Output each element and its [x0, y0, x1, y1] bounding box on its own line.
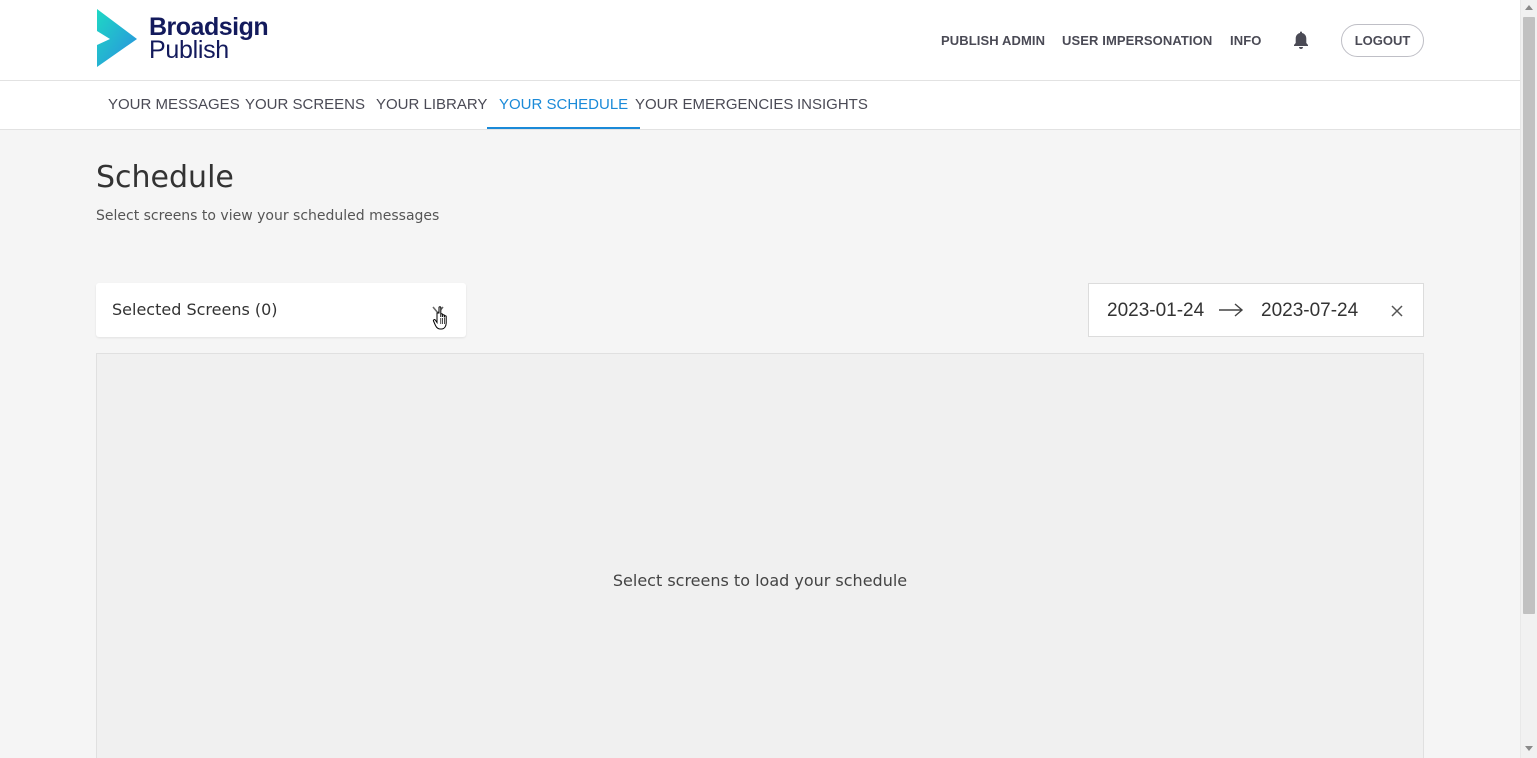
schedule-panel: Select screens to load your schedule	[96, 353, 1424, 758]
date-range-picker[interactable]: 2023-01-24 2023-07-24	[1088, 283, 1424, 337]
tab-your-library[interactable]: YOUR LIBRARY	[376, 81, 487, 129]
scroll-up-arrow-icon[interactable]	[1525, 5, 1533, 10]
end-date[interactable]: 2023-07-24	[1261, 300, 1358, 322]
tab-your-messages[interactable]: YOUR MESSAGES	[108, 81, 240, 129]
scroll-down-arrow-icon[interactable]	[1525, 746, 1533, 751]
selected-screens-dropdown[interactable]: Selected Screens (0)	[96, 283, 466, 337]
hand-cursor-icon	[432, 306, 447, 330]
nav-info[interactable]: INFO	[1230, 33, 1261, 48]
page-subtitle: Select screens to view your scheduled me…	[96, 208, 440, 224]
vertical-scrollbar[interactable]	[1520, 0, 1537, 758]
arrow-right-icon	[1219, 303, 1244, 317]
main-tab-bar: YOUR MESSAGES YOUR SCREENS YOUR LIBRARY …	[0, 81, 1520, 130]
broadsign-publish-logo[interactable]: Broadsign Publish	[96, 9, 269, 69]
schedule-empty-message: Select screens to load your schedule	[612, 571, 908, 590]
scroll-thumb[interactable]	[1523, 17, 1535, 614]
logo-text-publish: Publish	[149, 36, 229, 64]
top-header: Broadsign Publish PUBLISH ADMIN USER IMP…	[0, 0, 1520, 81]
play-logo-icon	[97, 9, 137, 67]
tab-insights[interactable]: INSIGHTS	[797, 81, 868, 129]
selected-screens-label: Selected Screens (0)	[112, 300, 278, 319]
bell-icon[interactable]	[1292, 30, 1310, 50]
close-icon[interactable]	[1390, 304, 1404, 318]
tab-your-emergencies[interactable]: YOUR EMERGENCIES	[635, 81, 793, 129]
nav-publish-admin[interactable]: PUBLISH ADMIN	[941, 33, 1045, 48]
tab-your-schedule[interactable]: YOUR SCHEDULE	[487, 81, 641, 129]
tab-your-screens[interactable]: YOUR SCREENS	[245, 81, 365, 129]
nav-user-impersonation[interactable]: USER IMPERSONATION	[1062, 33, 1212, 48]
page-title: Schedule	[96, 160, 234, 195]
start-date[interactable]: 2023-01-24	[1107, 300, 1204, 322]
logout-button[interactable]: LOGOUT	[1341, 24, 1424, 57]
